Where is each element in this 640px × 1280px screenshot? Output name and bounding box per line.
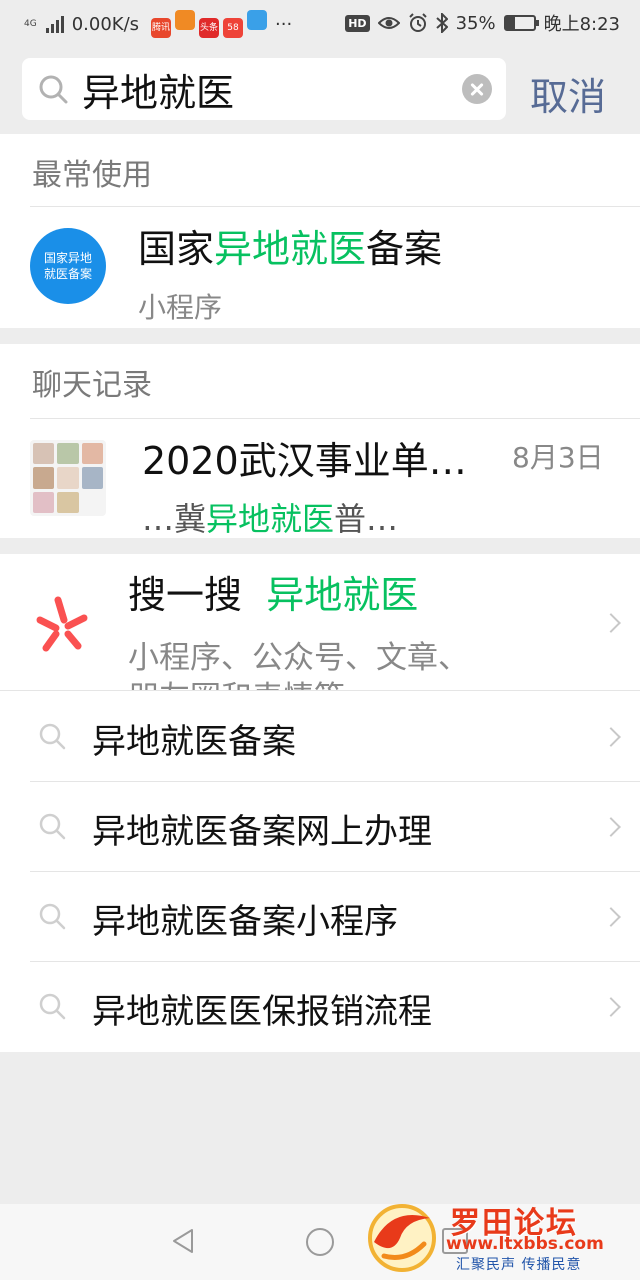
search-icon [39,723,66,750]
result-subtitle: 小程序 [138,291,223,324]
souyisou-icon [36,596,88,652]
chevron-right-icon [601,727,621,747]
alarm-icon [408,13,427,32]
battery-icon [503,15,539,31]
clear-icon[interactable] [462,74,492,104]
suggestion-item[interactable]: 异地就医医保报销流程 [0,962,640,1052]
home-icon[interactable] [306,1228,334,1256]
divider [30,418,640,419]
network-speed: 0.00K/s [71,13,140,35]
hd-icon: HD [345,14,370,32]
search-icon [39,813,66,840]
title-text: 国家 [138,227,215,271]
souyisou-row[interactable]: 搜一搜 异地就医 小程序、公众号、文章、 朋友圈和表情等 [0,554,640,690]
logo-text: 国家异地 [43,251,92,265]
search-icon [39,993,66,1020]
divider [0,690,640,691]
eye-icon [377,17,400,29]
network-type: 4G [24,18,37,29]
search-input[interactable] [82,66,462,112]
forum-watermark: 罗田论坛 www.ltxbbs.com 汇聚民声 传播民意 [360,1196,640,1280]
chat-snippet: …冀异地就医普… [142,494,398,540]
logo-text: 就医备案 [43,267,92,281]
clock: 晚上8:23 [543,14,620,35]
watermark-url: www.ltxbbs.com [446,1234,604,1254]
suggestion-item[interactable]: 异地就医备案小程序 [0,872,640,962]
battery-percent: 35% [455,12,496,34]
search-icon [39,75,68,104]
section-gap [0,538,640,554]
snippet-text: …冀 [142,500,207,538]
signal-icon [45,15,64,33]
browser-app-icon [247,10,268,30]
search-header: 取消 [0,44,640,134]
back-icon[interactable] [168,1226,198,1256]
title-highlight: 异地就医 [214,227,367,271]
title-text: 备案 [366,227,443,271]
souyisou-label: 搜一搜 [128,573,243,617]
cancel-button[interactable]: 取消 [530,66,606,121]
search-icon [39,903,66,930]
58-app-icon: 58 [223,18,244,38]
flower-app-icon [175,10,196,30]
toutiao-app-icon: 头条 [199,18,220,38]
more-icon: ··· [275,13,293,35]
section-title: 聊天记录 [32,368,152,403]
phoenix-logo-icon [368,1204,436,1272]
chevron-right-icon [601,817,621,837]
chat-title: 2020武汉事业单… [142,439,467,483]
group-avatar [30,440,106,516]
divider [30,206,640,207]
section-gap [0,328,640,344]
suggestion-text: 异地就医备案网上办理 [92,812,432,852]
chevron-right-icon [601,907,621,927]
section-title: 最常使用 [32,158,152,193]
suggestion-text: 异地就医医保报销流程 [92,992,432,1032]
souyisou-desc: 小程序、公众号、文章、 [128,640,469,676]
watermark-slogan: 汇聚民声 传播民意 [456,1257,582,1273]
suggestion-item[interactable]: 异地就医备案 [0,692,640,782]
snippet-highlight: 异地就医 [206,500,335,538]
souyisou-keyword: 异地就医 [266,573,419,617]
chevron-right-icon [601,997,621,1017]
suggestion-item[interactable]: 异地就医备案网上办理 [0,782,640,872]
chat-date: 8月3日 [512,441,604,474]
status-bar: 4G 0.00K/s 腾讯 头条 58 ··· HD 35% 晚上8:23 [0,0,640,44]
search-box[interactable] [22,58,506,120]
tengxun-app-icon: 腾讯 [151,18,172,38]
suggestion-text: 异地就医备案 [92,722,296,762]
snippet-text: 普… [334,500,399,538]
souyisou-title: 搜一搜 异地就医 [128,564,418,619]
notification-app-icons: 腾讯 头条 58 [147,10,268,38]
chevron-right-icon [601,613,621,633]
result-title: 国家异地就医备案 [138,218,442,273]
bluetooth-icon [435,13,448,33]
souyisou-desc-cut: 朋友圈和表情等 [128,672,345,690]
mini-program-logo: 国家异地 就医备案 [30,228,106,304]
suggestion-text: 异地就医备案小程序 [92,902,398,942]
